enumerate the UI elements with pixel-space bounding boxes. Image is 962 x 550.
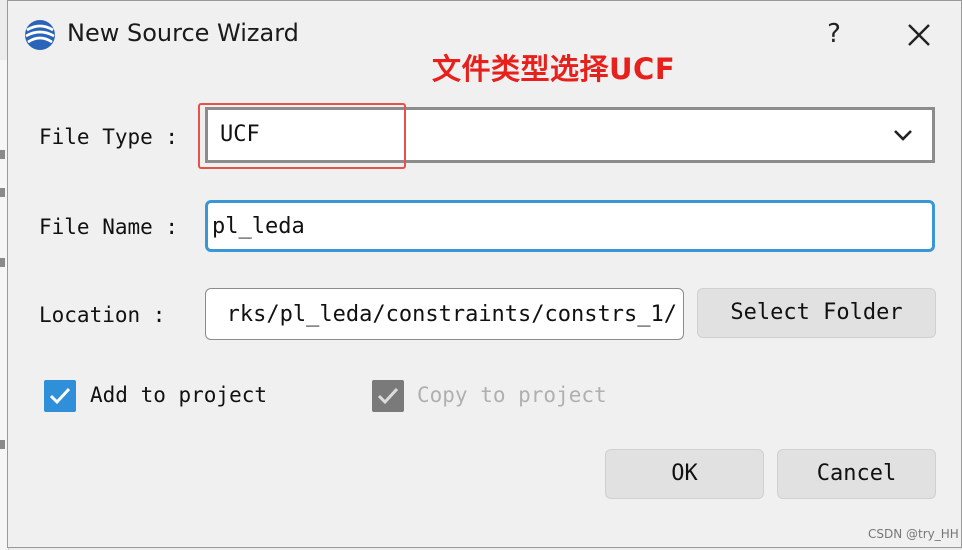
ok-button[interactable]: OK bbox=[605, 449, 764, 499]
cancel-button[interactable]: Cancel bbox=[777, 449, 936, 499]
file-name-input[interactable]: pl_leda bbox=[205, 200, 935, 252]
background-mark bbox=[0, 150, 5, 159]
background-mark bbox=[0, 440, 5, 449]
background-mark bbox=[0, 258, 5, 267]
add-to-project-label: Add to project bbox=[90, 383, 268, 407]
background-mark bbox=[0, 188, 5, 197]
copy-to-project-checkbox bbox=[372, 380, 404, 412]
copy-to-project-label: Copy to project bbox=[417, 383, 607, 407]
location-value: rks/pl_leda/constraints/constrs_1/ bbox=[226, 302, 677, 327]
add-to-project-checkbox[interactable] bbox=[44, 380, 76, 412]
annotation-text: 文件类型选择UCF bbox=[432, 52, 676, 86]
help-icon[interactable]: ? bbox=[822, 17, 846, 51]
chevron-down-icon bbox=[894, 130, 912, 141]
file-name-label: File Name : bbox=[39, 215, 179, 239]
select-folder-button[interactable]: Select Folder bbox=[697, 288, 936, 338]
file-type-label: File Type : bbox=[39, 125, 179, 149]
checkmark-icon bbox=[49, 387, 71, 405]
checkmark-icon bbox=[377, 387, 399, 405]
location-input[interactable]: rks/pl_leda/constraints/constrs_1/ bbox=[205, 288, 684, 340]
location-label: Location : bbox=[39, 303, 166, 327]
close-icon[interactable] bbox=[903, 19, 935, 51]
window-title: New Source Wizard bbox=[67, 19, 299, 47]
app-logo-icon bbox=[25, 20, 55, 50]
new-source-wizard-dialog: New Source Wizard ? 文件类型选择UCF File Type … bbox=[7, 0, 962, 548]
annotation-highlight-box bbox=[198, 103, 406, 169]
watermark: CSDN @try_HH bbox=[868, 527, 959, 541]
